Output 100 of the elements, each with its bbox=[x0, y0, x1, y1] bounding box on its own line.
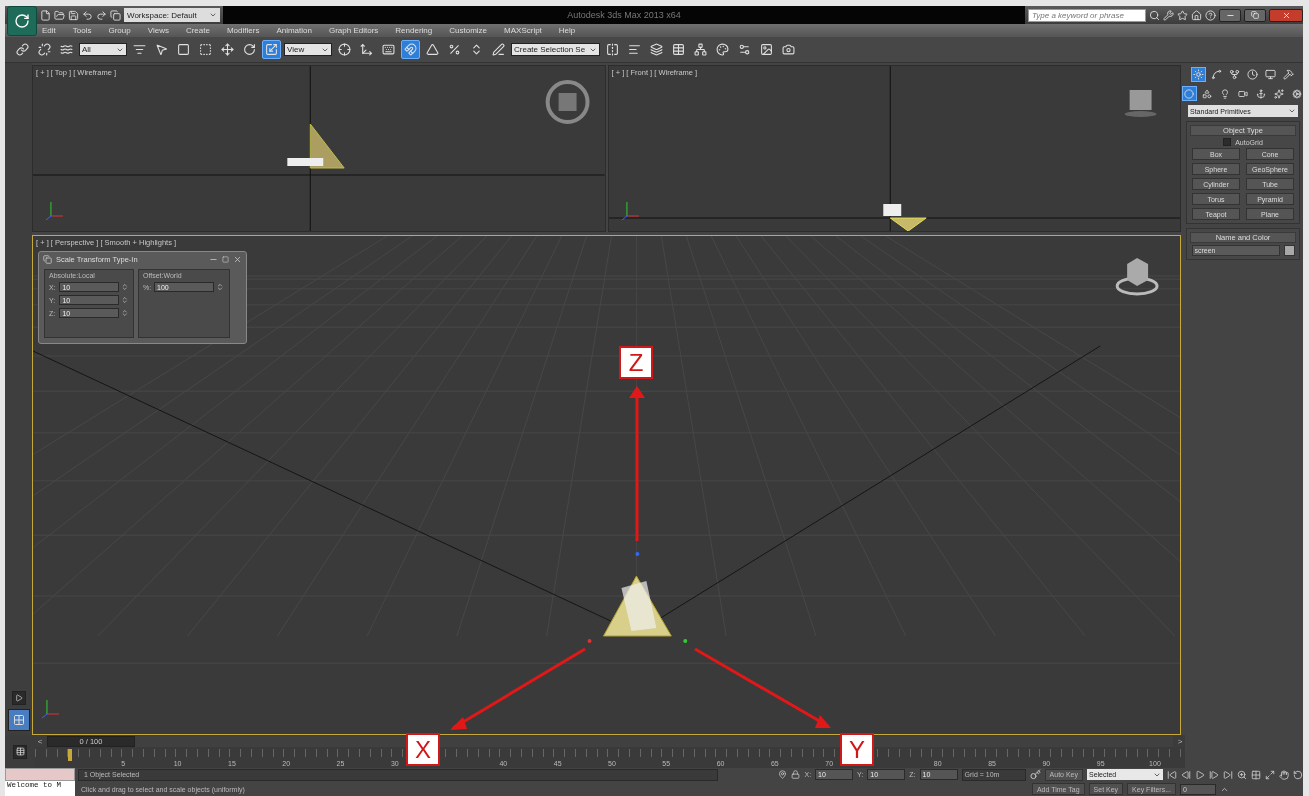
toolbar-button[interactable] bbox=[35, 40, 54, 59]
toolbar-button[interactable] bbox=[218, 40, 237, 59]
wireframe-object-drawing bbox=[882, 204, 927, 231]
menu-item[interactable]: Views bbox=[147, 26, 169, 35]
spinner-arrows-icon[interactable] bbox=[216, 283, 224, 291]
star-icon[interactable] bbox=[1177, 9, 1188, 21]
menu-item[interactable]: Graph Editors bbox=[328, 26, 379, 35]
sparkles-icon bbox=[1274, 88, 1284, 99]
axis-tripod-icon bbox=[45, 201, 64, 221]
redo-icon[interactable] bbox=[96, 9, 107, 21]
category-button[interactable] bbox=[1289, 86, 1303, 101]
pin-icon[interactable] bbox=[778, 770, 788, 780]
link-icon bbox=[16, 43, 29, 56]
move-icon bbox=[221, 43, 234, 56]
axes-icon bbox=[360, 43, 373, 56]
toolbar-dropdown[interactable]: All bbox=[79, 43, 127, 56]
minimize-button[interactable] bbox=[1219, 8, 1241, 22]
menu-item[interactable]: Modifiers bbox=[226, 26, 260, 35]
toolbar-dropdown[interactable]: Create Selection Se bbox=[511, 43, 601, 56]
step-forward-icon[interactable] bbox=[1209, 769, 1219, 780]
play-button[interactable] bbox=[11, 691, 26, 705]
orbit-icon[interactable] bbox=[1293, 769, 1303, 780]
layers-icon bbox=[650, 43, 664, 56]
list-icon bbox=[133, 43, 146, 56]
next-frame-button[interactable]: > bbox=[1175, 735, 1185, 747]
axis-tripod-icon bbox=[41, 699, 60, 719]
zoom-icon[interactable] bbox=[1237, 769, 1247, 780]
menu-item[interactable]: Edit bbox=[42, 26, 56, 35]
restore-button[interactable] bbox=[1244, 8, 1266, 22]
folder-icon[interactable] bbox=[54, 9, 65, 21]
maximize-icon[interactable] bbox=[1265, 769, 1275, 780]
light-icon bbox=[1220, 88, 1230, 99]
lock-icon[interactable] bbox=[791, 770, 801, 780]
waves-icon bbox=[60, 43, 73, 56]
key-icon[interactable] bbox=[1029, 769, 1041, 781]
toolbar-dropdown[interactable]: View bbox=[284, 43, 332, 56]
panel-tab[interactable] bbox=[1244, 67, 1260, 82]
axis-tripod-icon bbox=[620, 201, 639, 221]
panel-tab[interactable] bbox=[1280, 67, 1296, 82]
toolbar-button[interactable] bbox=[262, 40, 281, 59]
image-icon bbox=[760, 43, 774, 56]
mini-curve-button[interactable] bbox=[13, 744, 27, 759]
search-field[interactable]: Type a keyword or phrase bbox=[1028, 8, 1146, 22]
grid-icon[interactable] bbox=[1251, 769, 1261, 780]
spinner-arrows-icon[interactable] bbox=[121, 283, 129, 291]
monitor-icon bbox=[1264, 69, 1276, 80]
align-icon bbox=[628, 43, 642, 56]
viewcube-icon bbox=[1115, 258, 1159, 296]
menu-item[interactable]: MAXScript bbox=[504, 26, 542, 35]
close-icon bbox=[1281, 10, 1291, 20]
skip-back-icon[interactable] bbox=[1167, 769, 1177, 780]
toolbar-button[interactable] bbox=[13, 40, 32, 59]
toolbar-button[interactable] bbox=[489, 40, 508, 59]
category-button[interactable] bbox=[1271, 86, 1287, 101]
menu-item[interactable]: Animation bbox=[276, 26, 312, 35]
step-back-icon[interactable] bbox=[1181, 769, 1191, 780]
save-icon[interactable] bbox=[68, 9, 79, 21]
time-marker bbox=[68, 749, 72, 761]
table-icon bbox=[15, 747, 25, 756]
dashed-square-icon bbox=[199, 43, 212, 56]
sun-icon bbox=[1192, 69, 1204, 80]
sphere-icon bbox=[1184, 88, 1194, 99]
network-icon bbox=[694, 43, 708, 56]
home-icon[interactable] bbox=[1191, 9, 1202, 21]
palette-icon bbox=[716, 43, 730, 56]
listener-field[interactable] bbox=[5, 768, 75, 781]
help-icon[interactable] bbox=[1205, 9, 1216, 21]
menu-item[interactable]: Help bbox=[558, 26, 576, 35]
close-icon[interactable] bbox=[233, 254, 242, 264]
scale-icon bbox=[265, 43, 278, 56]
window-title: Autodesk 3ds Max 2013 x64 bbox=[567, 10, 681, 20]
app-menu-button[interactable] bbox=[7, 6, 37, 36]
toolbar-button[interactable] bbox=[335, 40, 354, 59]
triangle-icon bbox=[426, 43, 439, 56]
menu-item[interactable]: Tools bbox=[72, 26, 92, 35]
panel-tab[interactable] bbox=[1190, 67, 1206, 82]
menu-item[interactable]: Create bbox=[185, 26, 210, 35]
checkbox[interactable] bbox=[1223, 138, 1232, 146]
previous-frame-button[interactable]: < bbox=[35, 735, 45, 747]
play-icon[interactable] bbox=[1195, 769, 1205, 780]
skip-forward-icon[interactable] bbox=[1223, 769, 1233, 780]
hand-icon[interactable] bbox=[1279, 769, 1289, 780]
panel-tab[interactable] bbox=[1262, 67, 1278, 82]
pen-icon bbox=[492, 43, 505, 56]
menu-item[interactable]: Customize bbox=[449, 26, 488, 35]
undo-icon[interactable] bbox=[82, 9, 93, 21]
category-button[interactable] bbox=[1181, 86, 1197, 101]
workspace-dropdown[interactable]: Workspace: Default bbox=[124, 8, 220, 22]
menu-item[interactable]: Rendering bbox=[395, 26, 433, 35]
viewport-layout-button[interactable] bbox=[7, 709, 30, 731]
gizmo-icon bbox=[587, 552, 688, 643]
wrench-icon[interactable] bbox=[1163, 9, 1174, 21]
spinner-arrows-icon[interactable] bbox=[121, 296, 129, 304]
pointer-icon bbox=[155, 43, 168, 56]
spinner-arrows-icon[interactable] bbox=[121, 309, 129, 317]
menu-item[interactable]: Group bbox=[108, 26, 131, 35]
new-file-icon[interactable] bbox=[40, 9, 51, 21]
color-swatch[interactable] bbox=[1283, 245, 1295, 256]
table-icon bbox=[672, 43, 686, 56]
play-icon bbox=[14, 694, 23, 702]
